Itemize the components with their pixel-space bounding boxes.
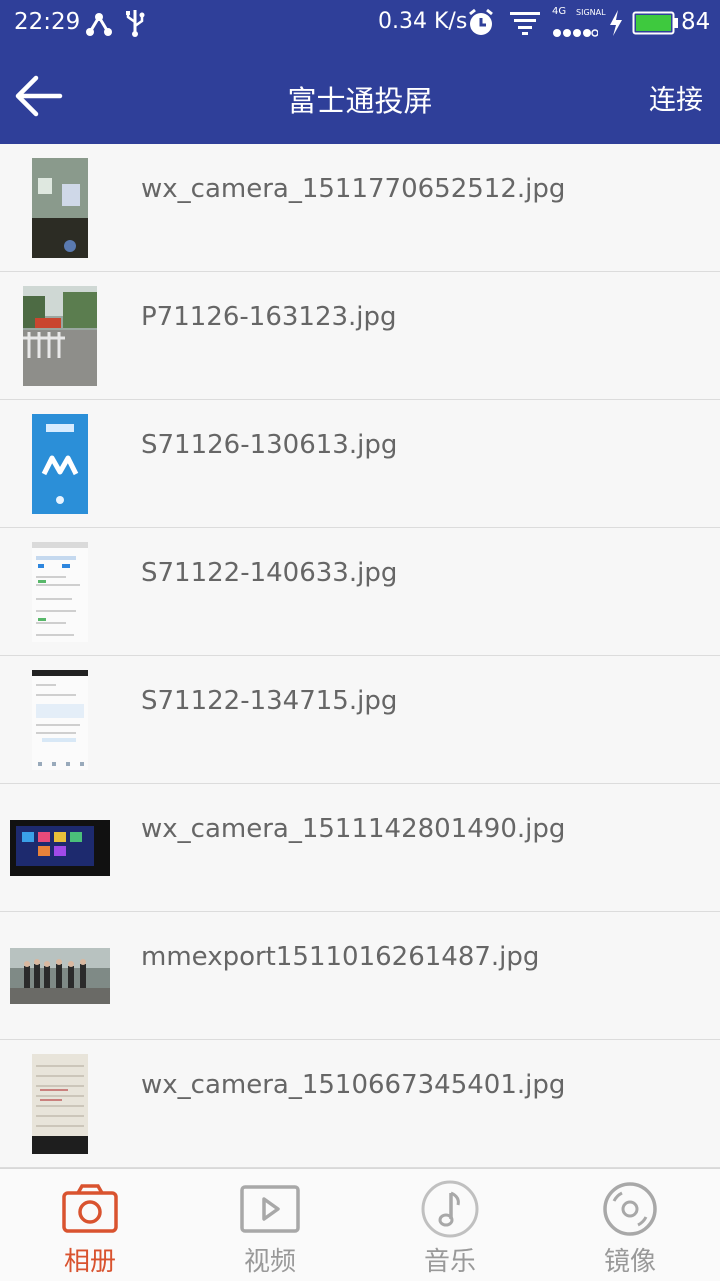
list-item[interactable]: wx_camera_1510667345401.jpg [0,1040,720,1168]
play-icon [240,1179,300,1239]
tab-label: 音乐 [423,1247,476,1277]
file-name: wx_camera_1511770652512.jpg [141,174,566,204]
photo-thumbnail [32,541,88,642]
network-speed: 0.34 K/s [378,9,468,34]
list-item[interactable]: S71126-130613.jpg [0,400,720,528]
disc-icon [600,1179,660,1239]
charging-icon [608,8,624,42]
file-name: mmexport1511016261487.jpg [141,942,540,972]
list-item[interactable]: wx_camera_1511142801490.jpg [0,784,720,912]
photo-list: wx_camera_1511770652512.jpg P71126-16312… [0,144,720,1168]
list-item[interactable]: wx_camera_1511770652512.jpg [0,144,720,272]
tab-label: 视频 [243,1247,296,1277]
list-item[interactable]: mmexport1511016261487.jpg [0,912,720,1040]
signal-label: SIGNAL [576,8,606,17]
photo-thumbnail [10,947,110,1004]
back-button[interactable] [8,70,68,122]
connect-button[interactable]: 连接 [649,78,703,117]
photo-thumbnail [32,157,88,258]
signal-dots-icon [552,24,599,43]
status-time: 22:29 [14,9,81,35]
file-name: S71122-134715.jpg [141,686,398,716]
tab-album[interactable]: 相册 [0,1169,180,1281]
arrow-left-icon [15,75,63,117]
list-item[interactable]: S71122-134715.jpg [0,656,720,784]
list-item[interactable]: S71122-140633.jpg [0,528,720,656]
tab-label: 镜像 [603,1247,656,1277]
page-title: 富士通投屏 [287,84,433,118]
alarm-icon [467,8,495,42]
music-note-icon [420,1179,480,1239]
battery-icon [632,8,680,42]
file-name: P71126-163123.jpg [141,302,397,332]
status-bar: 22:29 0.34 K/s 4G SIGNAL 84 [0,0,720,48]
app-bar: 富士通投屏 连接 [0,48,720,144]
share-icon [86,8,112,42]
photo-thumbnail [32,413,88,514]
tab-music[interactable]: 音乐 [360,1169,540,1281]
tab-video[interactable]: 视频 [180,1169,360,1281]
list-item[interactable]: P71126-163123.jpg [0,272,720,400]
usb-icon [124,8,146,42]
camera-icon [60,1179,120,1239]
battery-level: 84 [681,9,711,35]
tab-label: 相册 [63,1247,116,1277]
photo-thumbnail [32,669,88,770]
photo-thumbnail [32,1053,88,1154]
photo-thumbnail [23,285,97,386]
file-name: S71122-140633.jpg [141,558,398,588]
file-name: wx_camera_1511142801490.jpg [141,814,566,844]
tab-mirror[interactable]: 镜像 [540,1169,720,1281]
wifi-icon [508,8,542,42]
network-type: 4G [552,6,567,17]
file-name: wx_camera_1510667345401.jpg [141,1070,566,1100]
file-name: S71126-130613.jpg [141,430,398,460]
photo-thumbnail [10,819,110,876]
bottom-navigation: 相册 视频 音乐 镜像 [0,1168,720,1281]
